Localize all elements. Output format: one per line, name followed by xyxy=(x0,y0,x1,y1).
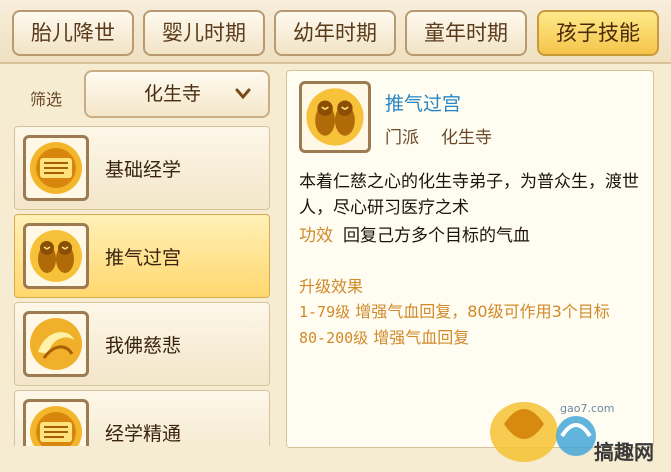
effect-label: 功效 xyxy=(299,226,333,246)
upgrade-line: 1-79级 增强气血回复，80级可作用3个目标 xyxy=(299,299,645,325)
filter-select[interactable]: 化生寺 xyxy=(84,70,270,118)
scroll-skill-icon xyxy=(23,135,89,201)
upgrade-text: 增强气血回复 xyxy=(373,328,470,347)
twin-monk-skill-icon xyxy=(23,223,89,289)
tab-childhood[interactable]: 童年时期 xyxy=(405,10,527,56)
skill-name: 我佛慈悲 xyxy=(105,335,182,357)
filter-label: 筛选 xyxy=(30,90,63,109)
skill-title-link[interactable]: 推气过宫 xyxy=(385,89,461,116)
upgrade-line: 80-200级 增强气血回复 xyxy=(299,325,645,351)
skill-item-scripture-mastery[interactable]: 经学精通 xyxy=(14,390,270,446)
skill-item-basic-scripture[interactable]: 基础经学 xyxy=(14,126,270,210)
sect-label: 门派 xyxy=(385,128,419,148)
tab-toddler[interactable]: 幼年时期 xyxy=(274,10,396,56)
swirl-skill-icon xyxy=(23,311,89,377)
upgrade-text: 增强气血回复，80级可作用3个目标 xyxy=(355,302,610,321)
watermark-text: 搞趣网 xyxy=(594,440,654,464)
chevron-down-icon xyxy=(234,72,252,133)
tab-child-skills[interactable]: 孩子技能 xyxy=(537,10,659,56)
upgrade-title: 升级效果 xyxy=(299,277,364,296)
tab-fetal[interactable]: 胎儿降世 xyxy=(12,10,134,56)
twin-monk-skill-icon xyxy=(299,81,371,153)
watermark-url: gao7.com xyxy=(560,402,615,415)
skill-name: 基础经学 xyxy=(105,159,182,181)
effect-value: 回复己方多个目标的气血 xyxy=(343,226,530,246)
skill-name: 推气过宫 xyxy=(105,247,182,269)
upgrade-list: 1-79级 增强气血回复，80级可作用3个目标 80-200级 增强气血回复 xyxy=(299,299,645,351)
scroll-skill-icon xyxy=(23,399,89,446)
skill-list[interactable]: 基础经学 推气过宫 我佛慈悲 经学精通 xyxy=(14,126,270,446)
upgrade-range: 80-200级 xyxy=(299,329,369,347)
skill-item-push-qi[interactable]: 推气过宫 xyxy=(14,214,270,298)
tab-bar: 胎儿降世 婴儿时期 幼年时期 童年时期 孩子技能 xyxy=(0,0,671,64)
skill-effect: 功效 回复己方多个目标的气血 xyxy=(299,221,530,246)
tab-infant[interactable]: 婴儿时期 xyxy=(143,10,265,56)
filter-value: 化生寺 xyxy=(144,83,202,105)
upgrade-range: 1-79级 xyxy=(299,303,351,321)
skill-description: 本着仁慈之心的化生寺弟子，为普众生，渡世人，尽心研习医疗之术 xyxy=(299,172,639,218)
skill-name: 经学精通 xyxy=(105,423,182,445)
sect-value: 化生寺 xyxy=(441,128,492,148)
skill-item-buddha-mercy[interactable]: 我佛慈悲 xyxy=(14,302,270,386)
